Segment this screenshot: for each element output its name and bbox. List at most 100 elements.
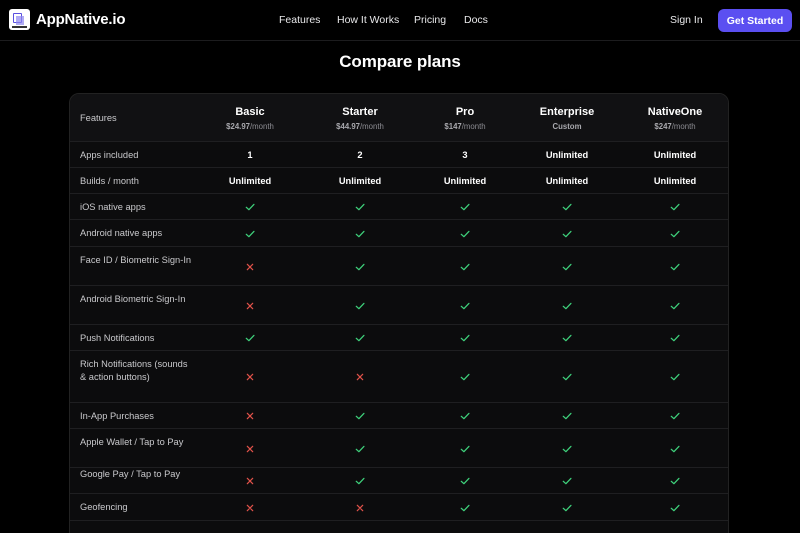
plan-price-period: /month: [360, 122, 384, 131]
table-cell: Unlimited: [653, 150, 697, 160]
table-row: Geofencing: [70, 494, 728, 521]
plan-price-amount: $147: [444, 122, 462, 131]
plan-price-pro: $147/month: [444, 122, 485, 131]
check-icon: [670, 228, 681, 239]
check-icon: [670, 443, 681, 454]
check-icon: [670, 476, 681, 487]
check-icon: [245, 202, 256, 213]
check-icon: [562, 300, 573, 311]
table-cell: 2: [357, 150, 363, 160]
check-icon: [562, 476, 573, 487]
plan-price-basic: $24.97/month: [226, 122, 274, 131]
cross-icon: [245, 261, 256, 272]
sign-in-link[interactable]: Sign In: [670, 14, 703, 26]
table-cell: Unlimited: [545, 150, 589, 160]
check-icon: [562, 261, 573, 272]
check-icon: [460, 372, 471, 383]
check-icon: [562, 228, 573, 239]
feature-label: Android Biometric Sign-In: [80, 294, 186, 304]
table-row: Push Notifications: [70, 325, 728, 351]
cross-icon: [245, 372, 256, 383]
page-title: Compare plans: [339, 52, 461, 71]
table-cell: Unlimited: [338, 176, 382, 186]
plan-price-amount: Custom: [552, 122, 582, 131]
cross-icon: [245, 502, 256, 513]
table-row: Rich Notifications (sounds & action butt…: [70, 351, 728, 403]
features-header-label: Features: [80, 113, 117, 123]
plan-name-pro: Pro: [455, 106, 475, 118]
feature-label: In-App Purchases: [80, 411, 154, 421]
table-row: Apps included 1 2 3 Unlimited Unlimited: [70, 142, 728, 168]
feature-label: Face ID / Biometric Sign-In: [80, 255, 192, 265]
check-icon: [460, 300, 471, 311]
check-icon: [670, 333, 681, 344]
feature-label: Push Notifications: [80, 333, 155, 343]
table-row: Face ID / Biometric Sign-In: [70, 247, 728, 286]
check-icon: [355, 300, 366, 311]
table-row: Android Biometric Sign-In: [70, 286, 728, 325]
cross-icon: [355, 502, 366, 513]
table-row: In-App Purchases: [70, 403, 728, 429]
check-icon: [355, 411, 366, 422]
check-icon: [355, 228, 366, 239]
plan-price-period: /month: [461, 122, 486, 131]
check-icon: [670, 411, 681, 422]
check-icon: [245, 333, 256, 344]
check-icon: [670, 372, 681, 383]
cross-icon: [355, 372, 366, 383]
top-nav: AppNative.io Features How It Works Prici…: [0, 0, 800, 41]
check-icon: [670, 261, 681, 272]
plan-name-starter: Starter: [342, 106, 378, 118]
table-cell: 3: [462, 150, 468, 160]
check-icon: [670, 202, 681, 213]
cross-icon: [245, 476, 256, 487]
check-icon: [460, 228, 471, 239]
table-header-row: Features Basic $24.97/month Starter $44.97/m…: [70, 94, 728, 142]
check-icon: [460, 443, 471, 454]
table-row: Google Pay / Tap to Pay: [70, 468, 728, 494]
plan-price-amount: $24.97: [226, 122, 251, 131]
check-icon: [245, 228, 256, 239]
check-icon: [355, 443, 366, 454]
check-icon: [460, 261, 471, 272]
check-icon: [460, 411, 471, 422]
plan-price-period: /month: [250, 122, 274, 131]
check-icon: [562, 443, 573, 454]
nav-link-docs[interactable]: Docs: [464, 14, 488, 26]
check-icon: [460, 502, 471, 513]
plan-price-enterprise: Custom: [552, 122, 581, 131]
get-started-button[interactable]: Get Started: [718, 9, 792, 32]
plan-price-amount: $247: [654, 122, 672, 131]
cross-icon: [245, 443, 256, 454]
cross-icon: [245, 411, 256, 422]
check-icon: [355, 202, 366, 213]
plan-name-enterprise: Enterprise: [539, 106, 595, 118]
check-icon: [355, 261, 366, 272]
check-icon: [562, 502, 573, 513]
nav-link-how-it-works[interactable]: How It Works: [337, 14, 399, 26]
check-icon: [670, 300, 681, 311]
check-icon: [562, 411, 573, 422]
nav-link-features[interactable]: Features: [279, 14, 320, 26]
check-icon: [460, 202, 471, 213]
table-cell: Unlimited: [545, 176, 589, 186]
plan-price-amount: $44.97: [336, 122, 361, 131]
feature-label: Geofencing: [80, 502, 128, 512]
check-icon: [562, 202, 573, 213]
nav-link-pricing[interactable]: Pricing: [414, 14, 446, 26]
feature-label: Apple Wallet / Tap to Pay: [80, 437, 184, 447]
feature-label: Android native apps: [80, 228, 163, 238]
check-icon: [562, 333, 573, 344]
check-icon: [355, 476, 366, 487]
table-row: Builds / month Unlimited Unlimited Unlimite…: [70, 168, 728, 194]
brand[interactable]: AppNative.io: [9, 9, 125, 30]
cross-icon: [245, 300, 256, 311]
check-icon: [562, 372, 573, 383]
plan-name-basic: Basic: [235, 106, 265, 118]
table-cell: Unlimited: [443, 176, 487, 186]
feature-label: iOS native apps: [80, 202, 146, 212]
plan-price-nativeone: $247/month: [654, 122, 695, 131]
logo-icon: [9, 9, 30, 30]
table-cell: 1: [247, 150, 253, 160]
feature-label: Builds / month: [80, 176, 139, 186]
